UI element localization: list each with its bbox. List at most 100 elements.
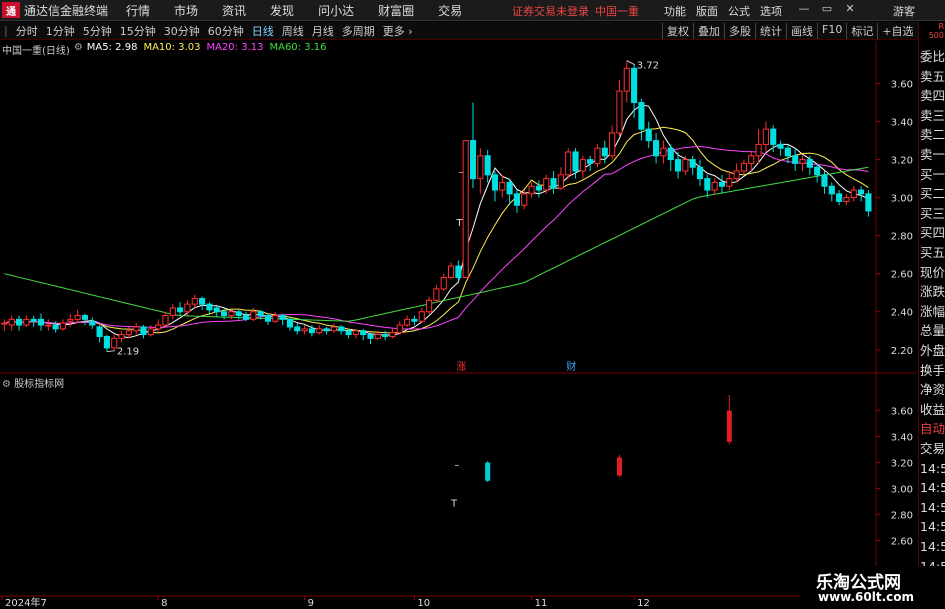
candle-body-110 <box>806 159 813 168</box>
side-item-17[interactable]: 净资 <box>920 381 945 398</box>
period-tab-8[interactable]: 月线 <box>308 23 338 39</box>
month-label-0: 2024年7 <box>5 596 47 609</box>
minimize-button[interactable]: — <box>797 2 811 16</box>
price-tick-6: 2.40 <box>891 308 913 319</box>
candle-body-113 <box>828 185 835 195</box>
login-notice[interactable]: 证券交易未登录 中国一重 <box>512 3 639 19</box>
candle-body-58 <box>426 299 433 313</box>
side-item-21[interactable]: 14:56 <box>920 460 945 477</box>
candle-body-4 <box>30 318 37 322</box>
side-item-6[interactable]: 买一 <box>920 166 945 183</box>
tool-button-1[interactable]: 叠加 <box>693 23 724 39</box>
side-item-24[interactable]: 14:56 <box>920 518 945 535</box>
menu-item-3[interactable]: 发现 <box>256 2 304 19</box>
candle-body-43 <box>316 328 323 334</box>
indicator-gear-icon[interactable]: ⚙ <box>2 379 11 390</box>
side-item-5[interactable]: 卖一 <box>920 146 945 163</box>
period-tab-0[interactable]: 分时 <box>12 23 42 39</box>
period-tab-7[interactable]: 周线 <box>278 23 308 39</box>
period-tab-6[interactable]: 日线 <box>248 23 278 39</box>
side-item-9[interactable]: 买四 <box>920 224 945 241</box>
tool-button-2[interactable]: 多股 <box>724 23 755 39</box>
candle-body-91 <box>667 147 674 161</box>
right-menu-item-2[interactable]: 公式 <box>728 3 750 19</box>
right-menu-item-1[interactable]: 版面 <box>696 3 718 19</box>
guest-user-label[interactable]: 游客 <box>893 3 915 19</box>
side-item-22[interactable]: 14:56 <box>920 479 945 496</box>
candle-body-111 <box>814 166 821 176</box>
side-item-19[interactable]: 自动 <box>920 420 945 437</box>
menu-item-4[interactable]: 问小达 <box>304 2 364 19</box>
ma-label-0: MA5: 2.98 <box>86 42 138 53</box>
ind-t-mark: T <box>450 499 458 510</box>
tool-button-7[interactable]: +自选 <box>877 23 917 39</box>
candle-body-115 <box>843 197 850 202</box>
side-item-23[interactable]: 14:56 <box>920 499 945 516</box>
candle-body-114 <box>836 193 843 202</box>
candle-body-64 <box>469 140 477 180</box>
side-item-11[interactable]: 现价 <box>920 264 945 281</box>
side-item-7[interactable]: 买二 <box>920 185 945 202</box>
price-tick-4: 2.80 <box>891 232 913 243</box>
ind-tick-5: 2.60 <box>891 537 913 548</box>
zhang-mark: 涨 <box>456 361 466 373</box>
side-item-15[interactable]: 外盘 <box>920 342 945 359</box>
side-item-1[interactable]: 卖五 <box>920 68 945 85</box>
candle-body-1 <box>8 318 15 326</box>
price-tick-7: 2.20 <box>891 346 913 357</box>
candle-body-117 <box>858 189 865 195</box>
candle-body-11 <box>81 315 88 320</box>
side-item-3[interactable]: 卖三 <box>920 107 945 124</box>
side-item-8[interactable]: 买三 <box>920 205 945 222</box>
candle-body-10 <box>74 315 81 320</box>
side-item-20[interactable]: 交易 <box>920 440 945 457</box>
side-item-13[interactable]: 涨幅 <box>920 303 945 320</box>
candle-body-3 <box>23 318 30 326</box>
candle-body-101 <box>740 162 747 172</box>
menu-item-5[interactable]: 财富圈 <box>364 2 424 19</box>
side-item-4[interactable]: 卖二 <box>920 126 945 143</box>
kline-chart[interactable]: 3.60 3.40 3.20 3.00 2.80 2.60 2.40 2.20 3.60 3.40… <box>0 41 916 609</box>
candle-body-92 <box>674 159 682 172</box>
period-tab-1[interactable]: 1分钟 <box>42 23 79 39</box>
settings-gear-icon[interactable]: ⚙ <box>74 42 83 57</box>
menu-item-6[interactable]: 交易 <box>424 2 472 19</box>
candle-body-98 <box>718 181 726 187</box>
right-menu-item-3[interactable]: 选项 <box>760 3 782 19</box>
side-item-12[interactable]: 涨跌 <box>920 283 945 300</box>
ma-label-2: MA20: 3.13 <box>206 42 264 53</box>
close-button[interactable]: ✕ <box>843 2 857 16</box>
tool-button-4[interactable]: 画线 <box>786 23 817 39</box>
candle-body-6 <box>45 324 52 327</box>
chart-tools: 复权叠加多股统计画线F10标记+自选返回 <box>662 23 945 39</box>
price-tick-1: 3.40 <box>891 118 913 129</box>
candle-body-36 <box>264 315 272 322</box>
side-item-14[interactable]: 总量 <box>920 322 945 339</box>
side-item-10[interactable]: 买五 <box>920 244 945 261</box>
tool-button-5[interactable]: F10 <box>817 23 846 39</box>
side-item-18[interactable]: 收益 <box>920 401 945 418</box>
restore-button[interactable]: ▭ <box>820 2 834 16</box>
side-item-0[interactable]: 委比 <box>920 48 945 65</box>
period-tab-4[interactable]: 30分钟 <box>160 23 204 39</box>
period-tab-5[interactable]: 60分钟 <box>204 23 248 39</box>
period-tab-9[interactable]: 多周期 <box>338 23 379 39</box>
menu-item-2[interactable]: 资讯 <box>208 2 256 19</box>
side-item-25[interactable]: 14:56 <box>920 538 945 555</box>
menu-item-1[interactable]: 市场 <box>160 2 208 19</box>
candle-body-72 <box>528 185 535 195</box>
period-tab-2[interactable]: 5分钟 <box>79 23 116 39</box>
tool-button-0[interactable]: 复权 <box>662 23 693 39</box>
side-item-16[interactable]: 换手 <box>920 362 945 379</box>
trade-login-status[interactable]: 证券交易未登录 <box>512 5 589 18</box>
tool-button-3[interactable]: 统计 <box>755 23 786 39</box>
period-tab-10[interactable]: 更多 › <box>379 23 417 39</box>
candle-body-61 <box>447 265 455 279</box>
cai-mark: 财 <box>566 360 576 373</box>
candle-body-63 <box>462 140 469 279</box>
right-menu-item-0[interactable]: 功能 <box>664 3 686 19</box>
side-item-2[interactable]: 卖四 <box>920 87 945 104</box>
period-tab-3[interactable]: 15分钟 <box>116 23 160 39</box>
tool-button-6[interactable]: 标记 <box>846 23 877 39</box>
menu-item-0[interactable]: 行情 <box>112 2 160 19</box>
